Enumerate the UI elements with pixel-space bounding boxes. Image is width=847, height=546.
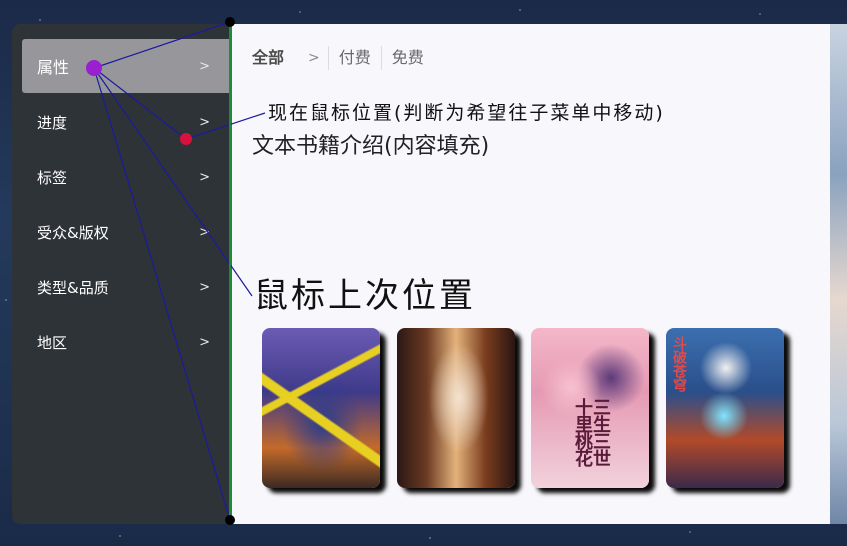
mouse-last-position-label: 鼠标上次位置 <box>254 276 476 316</box>
chevron-right-icon: > <box>199 334 210 350</box>
filter-tabs: 全部 > 付费 免费 <box>252 46 434 70</box>
tab-all[interactable]: 全部 <box>252 46 284 70</box>
chevron-right-icon: > <box>199 279 210 295</box>
cover-title-text: 斗破苍穹 <box>671 336 687 392</box>
sidebar-item-tags[interactable]: 标签 > <box>22 150 230 204</box>
chevron-right-icon: > <box>284 46 329 70</box>
category-sidebar: 属性 > 进度 > 标签 > 受众&版权 > 类型&品质 > 地区 > <box>12 24 230 524</box>
sidebar-item-region[interactable]: 地区 > <box>22 315 230 369</box>
sidebar-item-label: 标签 <box>37 168 68 187</box>
chevron-right-icon: > <box>199 169 210 185</box>
chevron-right-icon: > <box>199 114 210 130</box>
tab-free[interactable]: 免费 <box>382 46 434 70</box>
book-cover-swordsman[interactable] <box>397 328 515 488</box>
sidebar-item-label: 受众&版权 <box>37 223 109 242</box>
sidebar-item-label: 属性 <box>37 58 70 77</box>
sidebar-item-type-quality[interactable]: 类型&品质 > <box>22 260 230 314</box>
sidebar-item-label: 地区 <box>37 333 68 352</box>
sidebar-item-label: 类型&品质 <box>37 278 109 297</box>
sidebar-item-audience-copyright[interactable]: 受众&版权 > <box>22 205 230 259</box>
chevron-right-icon: > <box>199 224 210 240</box>
cover-title-text: 三生三世十里桃花 <box>572 398 611 466</box>
cover-image <box>262 328 380 488</box>
cover-image <box>397 328 515 488</box>
book-cover-romance[interactable]: 三生三世十里桃花 <box>531 328 649 488</box>
sidebar-item-attribute[interactable]: 属性 > <box>22 39 230 93</box>
mouse-current-position-label: 现在鼠标位置(判断为希望往子菜单中移动) <box>268 102 665 124</box>
sidebar-item-progress[interactable]: 进度 > <box>22 95 230 149</box>
chevron-right-icon: > <box>199 58 210 74</box>
background-artwork <box>830 24 847 524</box>
book-intro-text: 文本书籍介绍(内容填充) <box>252 134 490 159</box>
content-panel: 全部 > 付费 免费 现在鼠标位置(判断为希望往子菜单中移动) 文本书籍介绍(内… <box>230 24 830 524</box>
sidebar-item-label: 进度 <box>37 113 68 132</box>
book-cover-detective[interactable] <box>262 328 380 488</box>
book-cover-magic[interactable]: 斗破苍穹 <box>666 328 784 488</box>
tab-paid[interactable]: 付费 <box>329 46 382 70</box>
